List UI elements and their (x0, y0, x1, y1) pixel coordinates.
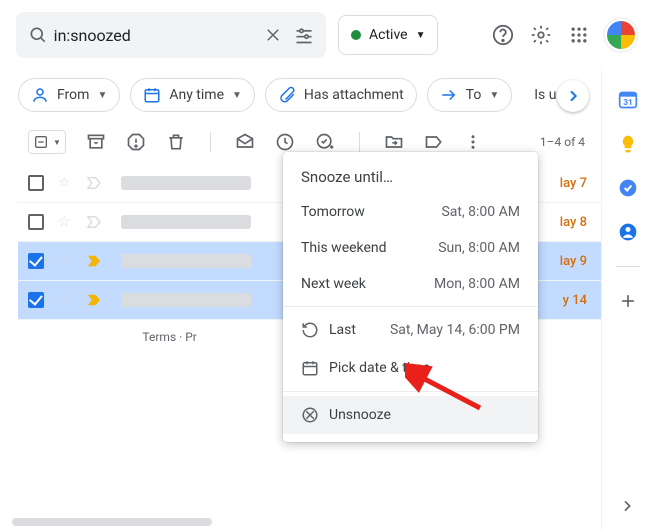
star-icon[interactable]: ☆ (58, 175, 71, 191)
add-app-icon[interactable] (618, 291, 638, 311)
pagination-text: 1–4 of 4 (540, 135, 585, 149)
status-label: Active (369, 27, 408, 43)
mark-unread-icon[interactable] (235, 132, 255, 152)
row-checkbox[interactable] (28, 253, 44, 269)
sender-redacted (121, 176, 251, 190)
star-icon[interactable]: ☆ (58, 253, 71, 269)
row-date: lay 9 (539, 254, 587, 269)
settings-icon[interactable] (529, 23, 553, 47)
keep-app-icon[interactable] (618, 134, 638, 154)
labels-icon[interactable] (424, 132, 444, 152)
search-input[interactable] (54, 26, 257, 45)
star-icon[interactable]: ☆ (58, 292, 71, 308)
snooze-this-weekend[interactable]: This weekend Sun, 8:00 AM (283, 230, 538, 266)
snooze-tomorrow[interactable]: Tomorrow Sat, 8:00 AM (283, 194, 538, 230)
snooze-last[interactable]: Last Sat, May 14, 6:00 PM (283, 311, 538, 349)
snooze-next-week[interactable]: Next week Mon, 8:00 AM (283, 266, 538, 302)
search-box[interactable] (16, 12, 326, 58)
chip-anytime[interactable]: Any time ▼ (130, 78, 255, 112)
row-checkbox[interactable] (28, 292, 44, 308)
bookmark-icon[interactable] (85, 213, 103, 231)
snooze-pick-date[interactable]: Pick date & time (283, 349, 538, 387)
chevron-down-icon: ▼ (53, 138, 61, 147)
row-date: y 14 (539, 293, 587, 308)
chevron-down-icon: ▼ (416, 30, 426, 41)
select-all-toggle[interactable]: ▼ (28, 130, 66, 154)
bookmark-icon[interactable] (85, 174, 103, 192)
row-checkbox[interactable] (28, 175, 44, 191)
add-task-icon[interactable] (315, 132, 335, 152)
help-icon[interactable] (491, 23, 515, 47)
tasks-app-icon[interactable] (618, 178, 638, 198)
chip-has-attachment[interactable]: Has attachment (265, 78, 417, 112)
status-dot-icon (351, 30, 361, 40)
bookmark-icon[interactable] (85, 291, 103, 309)
chip-to-label: To (466, 87, 482, 103)
chevron-down-icon: ▼ (97, 90, 107, 101)
move-to-icon[interactable] (384, 132, 404, 152)
search-options-icon[interactable] (288, 25, 320, 45)
bookmark-icon[interactable] (85, 252, 103, 270)
star-icon[interactable]: ☆ (58, 214, 71, 230)
sender-redacted (121, 215, 251, 229)
chip-to[interactable]: To ▼ (427, 78, 513, 112)
row-date: lay 8 (539, 215, 587, 230)
delete-icon[interactable] (166, 132, 186, 152)
chip-attach-label: Has attachment (304, 87, 404, 103)
more-icon[interactable] (464, 133, 482, 151)
search-icon (22, 25, 54, 45)
snooze-icon[interactable] (275, 132, 295, 152)
filter-chips-row: From ▼ Any time ▼ Has attachment To ▼ Is… (18, 70, 601, 120)
side-panel: 31 (601, 70, 653, 530)
chip-from[interactable]: From ▼ (18, 78, 120, 112)
snooze-unsnooze[interactable]: Unsnooze (283, 396, 538, 434)
row-checkbox[interactable] (28, 214, 44, 230)
sender-redacted (121, 254, 251, 268)
archive-icon[interactable] (86, 132, 106, 152)
footer-terms[interactable]: Terms · Pr (142, 330, 196, 380)
snooze-menu-header: Snooze until… (283, 160, 538, 194)
apps-grid-icon[interactable] (567, 23, 591, 47)
avatar[interactable] (605, 19, 637, 51)
status-pill[interactable]: Active ▼ (338, 15, 438, 55)
side-panel-collapse[interactable] (619, 498, 635, 514)
row-date: lay 7 (539, 176, 587, 191)
snooze-menu: Snooze until… Tomorrow Sat, 8:00 AM This… (283, 152, 538, 442)
report-spam-icon[interactable] (126, 132, 146, 152)
chevron-down-icon: ▼ (489, 90, 499, 101)
clear-icon[interactable] (257, 26, 289, 44)
calendar-app-icon[interactable]: 31 (618, 90, 638, 110)
chips-scroll-right[interactable] (557, 80, 589, 112)
horizontal-scrollbar[interactable] (12, 518, 212, 526)
chip-from-label: From (57, 87, 89, 103)
chevron-down-icon: ▼ (232, 90, 242, 101)
sender-redacted (121, 293, 251, 307)
contacts-app-icon[interactable] (618, 222, 638, 242)
svg-text:31: 31 (623, 98, 633, 108)
chip-anytime-label: Any time (169, 87, 224, 103)
